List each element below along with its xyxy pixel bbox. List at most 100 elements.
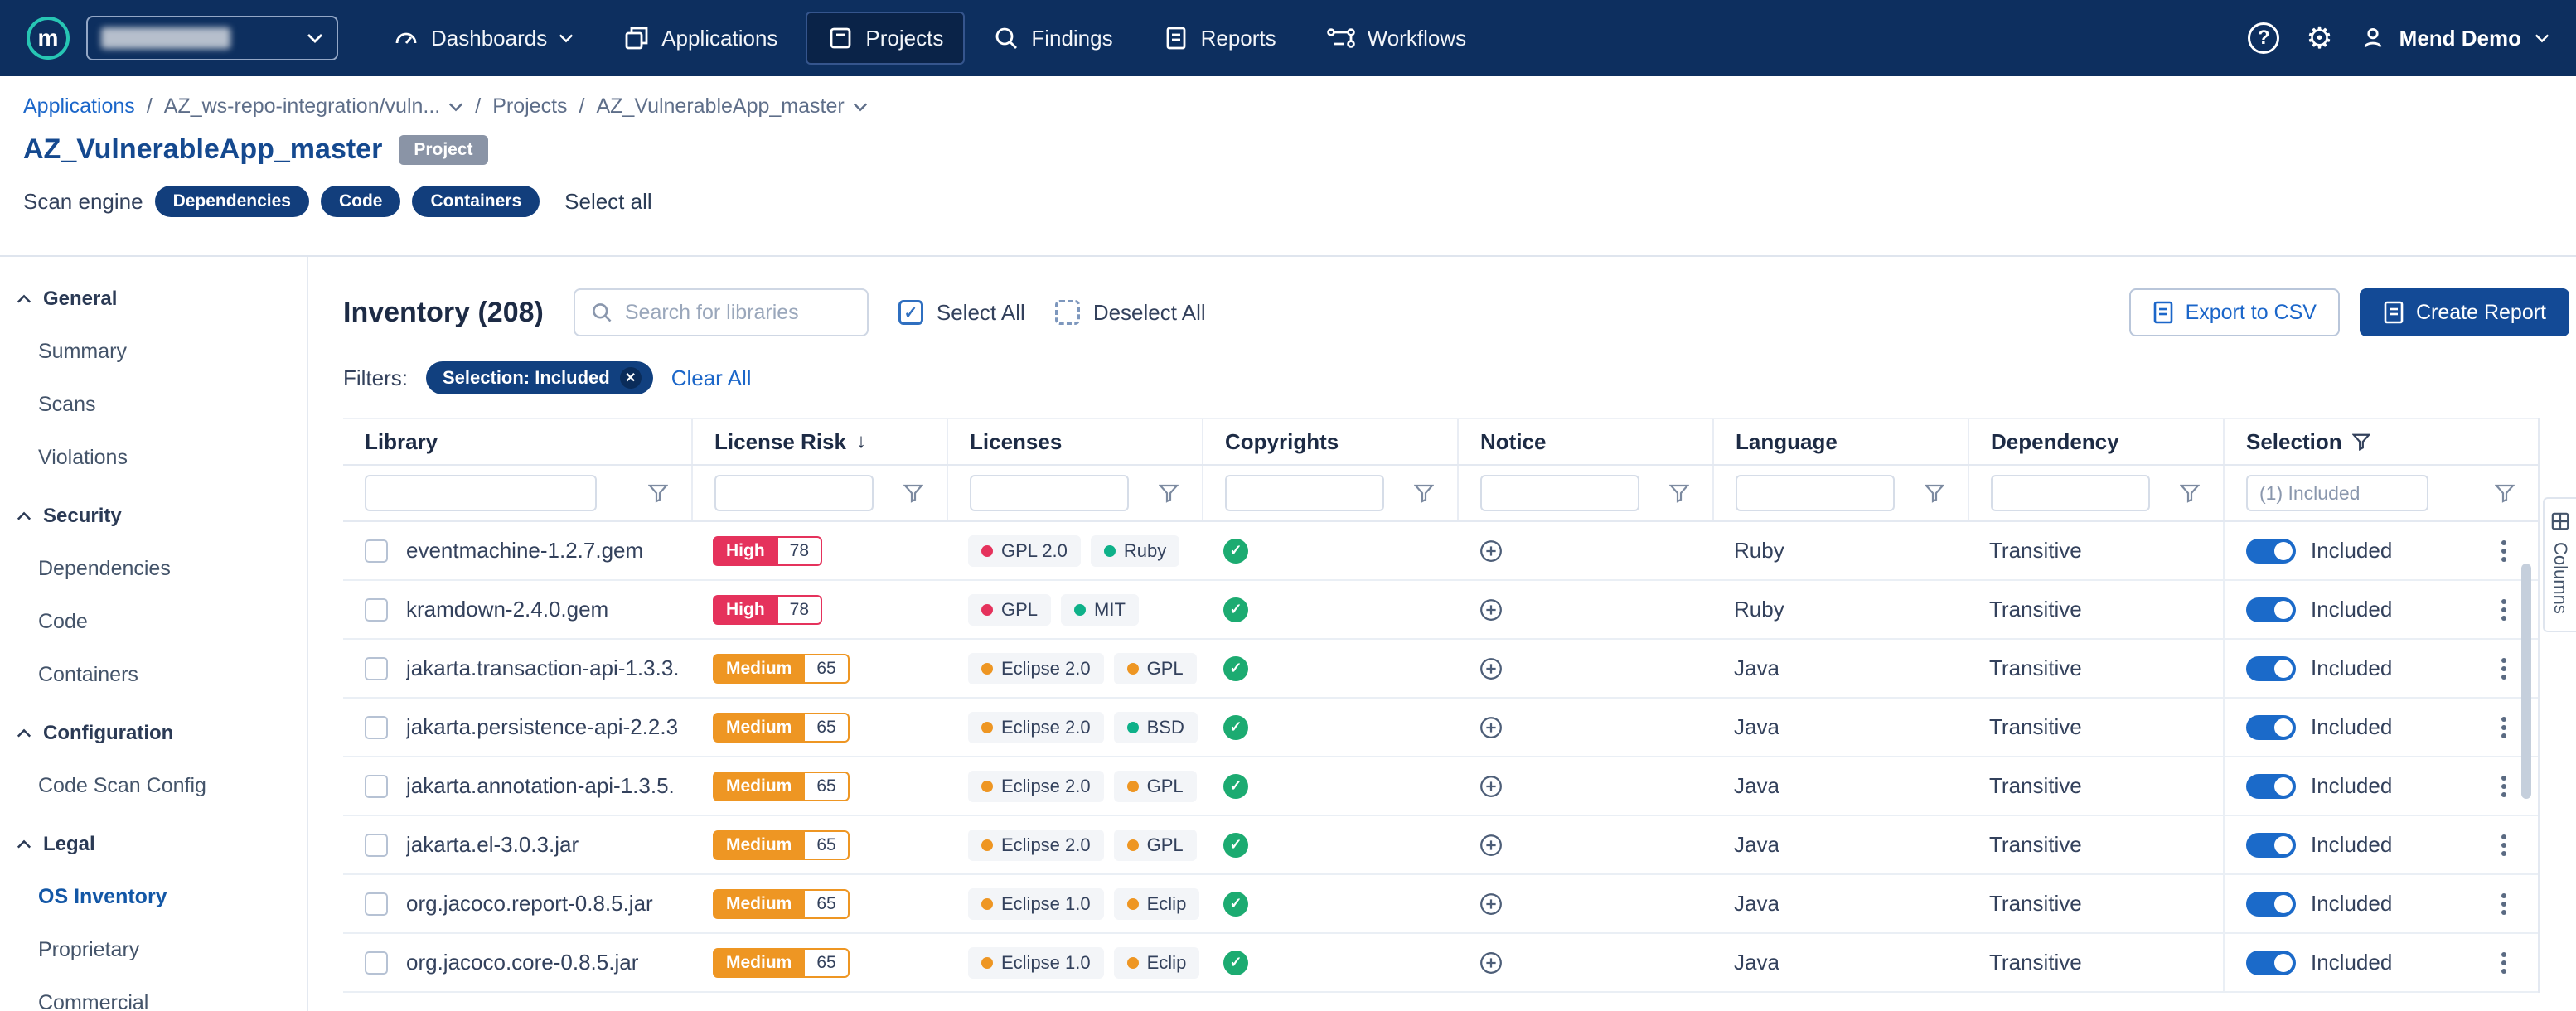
col-selection[interactable]: Selection (2223, 419, 2538, 464)
inclusion-toggle[interactable] (2246, 892, 2296, 917)
notice-add-icon[interactable] (1479, 597, 1503, 622)
licenses-filter-input[interactable] (970, 475, 1129, 511)
breadcrumb-projects[interactable]: Projects (492, 94, 567, 119)
license-chip[interactable]: Eclipse 2.0 (968, 771, 1104, 802)
nav-reports[interactable]: Reports (1141, 12, 1298, 65)
sidebar-item-code[interactable]: Code (0, 595, 307, 648)
row-checkbox[interactable] (365, 716, 388, 739)
remove-filter-icon[interactable]: ✕ (620, 367, 642, 389)
sidebar-item-scans[interactable]: Scans (0, 378, 307, 431)
notice-add-icon[interactable] (1479, 892, 1503, 917)
columns-panel-tab[interactable]: Columns (2543, 497, 2576, 632)
col-dependency[interactable]: Dependency (1968, 419, 2223, 464)
row-menu-kebab-icon[interactable] (2496, 532, 2511, 570)
license-chip[interactable]: MIT (1061, 594, 1139, 626)
dependency-filter-input[interactable] (1991, 475, 2150, 511)
col-licenses[interactable]: Licenses (947, 419, 1202, 464)
license-chip[interactable]: Eclipse 2.0 (968, 712, 1104, 743)
sidebar-header-general[interactable]: General (0, 273, 307, 325)
row-checkbox[interactable] (365, 951, 388, 975)
license-chip[interactable]: GPL 2.0 (968, 535, 1081, 567)
row-menu-kebab-icon[interactable] (2496, 591, 2511, 629)
license-chip[interactable]: GPL (1114, 771, 1197, 802)
breadcrumb-applications[interactable]: Applications (23, 94, 135, 119)
row-menu-kebab-icon[interactable] (2496, 767, 2511, 805)
org-select-dropdown[interactable] (86, 16, 338, 60)
nav-dashboards[interactable]: Dashboards (371, 12, 595, 65)
nav-workflows[interactable]: Workflows (1305, 12, 1488, 65)
row-menu-kebab-icon[interactable] (2496, 709, 2511, 747)
sidebar-item-containers[interactable]: Containers (0, 648, 307, 701)
row-checkbox[interactable] (365, 775, 388, 798)
notice-add-icon[interactable] (1479, 774, 1503, 799)
inclusion-toggle[interactable] (2246, 951, 2296, 975)
license-risk-filter-input[interactable] (714, 475, 874, 511)
clear-all-filters-link[interactable]: Clear All (671, 365, 752, 391)
license-chip[interactable]: Eclipse 2.0 (968, 830, 1104, 861)
breadcrumb-application-selector[interactable]: AZ_ws-repo-integration/vuln... (164, 94, 463, 119)
row-menu-kebab-icon[interactable] (2496, 944, 2511, 982)
row-checkbox[interactable] (365, 539, 388, 563)
row-checkbox[interactable] (365, 834, 388, 857)
funnel-icon[interactable] (2495, 483, 2515, 503)
library-filter-input[interactable] (365, 475, 597, 511)
sidebar-header-security[interactable]: Security (0, 491, 307, 542)
row-checkbox[interactable] (365, 657, 388, 680)
inclusion-toggle[interactable] (2246, 539, 2296, 564)
col-library[interactable]: Library (343, 419, 691, 464)
settings-gear-icon[interactable]: ⚙ (2306, 23, 2332, 53)
nav-applications[interactable]: Applications (602, 12, 799, 65)
export-csv-button[interactable]: Export to CSV (2129, 288, 2340, 336)
sidebar-header-legal[interactable]: Legal (0, 819, 307, 870)
notice-add-icon[interactable] (1479, 715, 1503, 740)
inclusion-toggle[interactable] (2246, 833, 2296, 858)
engine-pill-containers[interactable]: Containers (412, 186, 540, 217)
inclusion-toggle[interactable] (2246, 656, 2296, 681)
language-filter-input[interactable] (1736, 475, 1895, 511)
col-license-risk[interactable]: License Risk↓ (691, 419, 947, 464)
license-chip[interactable]: Eclip (1114, 888, 1200, 920)
notice-add-icon[interactable] (1479, 833, 1503, 858)
notice-add-icon[interactable] (1479, 656, 1503, 681)
funnel-icon[interactable] (1669, 483, 1689, 503)
row-checkbox[interactable] (365, 598, 388, 622)
notice-filter-input[interactable] (1480, 475, 1639, 511)
col-copyrights[interactable]: Copyrights (1202, 419, 1457, 464)
select-all-button[interactable]: ✓ Select All (898, 300, 1025, 326)
breadcrumb-project-selector[interactable]: AZ_VulnerableApp_master (596, 94, 867, 119)
license-chip[interactable]: Eclipse 2.0 (968, 653, 1104, 684)
funnel-icon[interactable] (1159, 483, 1179, 503)
funnel-icon[interactable] (903, 483, 923, 503)
notice-add-icon[interactable] (1479, 539, 1503, 564)
copyrights-filter-input[interactable] (1225, 475, 1384, 511)
search-input[interactable] (625, 301, 852, 325)
license-chip[interactable]: Ruby (1091, 535, 1179, 567)
sidebar-item-proprietary[interactable]: Proprietary (0, 923, 307, 976)
license-chip[interactable]: GPL (968, 594, 1051, 626)
row-menu-kebab-icon[interactable] (2496, 650, 2511, 688)
notice-add-icon[interactable] (1479, 951, 1503, 975)
sidebar-item-summary[interactable]: Summary (0, 325, 307, 378)
user-menu[interactable]: Mend Demo (2360, 25, 2549, 51)
inclusion-toggle[interactable] (2246, 774, 2296, 799)
nav-findings[interactable]: Findings (971, 12, 1134, 65)
license-chip[interactable]: Eclipse 1.0 (968, 888, 1104, 920)
row-menu-kebab-icon[interactable] (2496, 885, 2511, 923)
license-chip[interactable]: BSD (1114, 712, 1198, 743)
funnel-icon[interactable] (648, 483, 668, 503)
filter-chip-selection-included[interactable]: Selection: Included ✕ (426, 361, 653, 394)
funnel-icon[interactable] (2180, 483, 2200, 503)
engine-pill-code[interactable]: Code (321, 186, 401, 217)
license-chip[interactable]: GPL (1114, 653, 1197, 684)
funnel-icon[interactable] (1925, 483, 1944, 503)
row-checkbox[interactable] (365, 892, 388, 916)
sidebar-item-dependencies[interactable]: Dependencies (0, 542, 307, 595)
deselect-all-button[interactable]: Deselect All (1055, 300, 1206, 326)
create-report-button[interactable]: Create Report (2360, 288, 2569, 336)
nav-projects[interactable]: Projects (806, 12, 965, 65)
license-chip[interactable]: GPL (1114, 830, 1197, 861)
row-menu-kebab-icon[interactable] (2496, 826, 2511, 864)
funnel-icon[interactable] (1414, 483, 1434, 503)
selection-filter-input[interactable] (2246, 475, 2428, 511)
scan-select-all-link[interactable]: Select all (564, 189, 652, 215)
